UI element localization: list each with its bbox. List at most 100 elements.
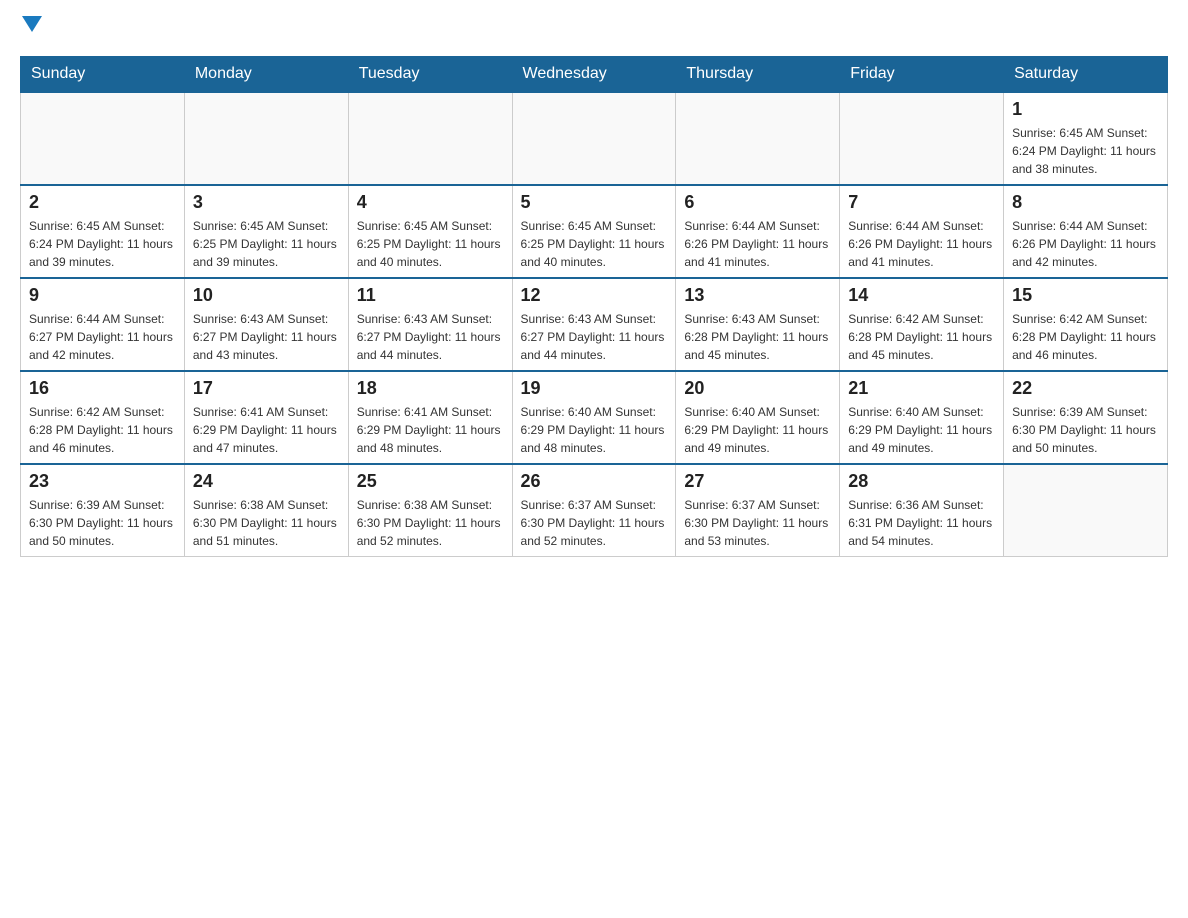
day-number: 3 bbox=[193, 192, 340, 213]
day-number: 20 bbox=[684, 378, 831, 399]
calendar-cell: 26 Sunrise: 6:37 AM Sunset: 6:30 PM Dayli… bbox=[512, 464, 676, 557]
calendar-header-monday: Monday bbox=[184, 57, 348, 93]
day-info: Sunrise: 6:41 AM Sunset: 6:29 PM Dayligh… bbox=[357, 403, 504, 457]
calendar-cell: 14 Sunrise: 6:42 AM Sunset: 6:28 PM Dayli… bbox=[840, 278, 1004, 371]
day-info: Sunrise: 6:40 AM Sunset: 6:29 PM Dayligh… bbox=[521, 403, 668, 457]
day-info: Sunrise: 6:38 AM Sunset: 6:30 PM Dayligh… bbox=[357, 496, 504, 550]
calendar-cell: 4Sunrise: 6:45 AM Sunset: 6:25 PM Daylig… bbox=[348, 185, 512, 278]
day-info: Sunrise: 6:41 AM Sunset: 6:29 PM Dayligh… bbox=[193, 403, 340, 457]
calendar-cell: 9 Sunrise: 6:44 AM Sunset: 6:27 PM Daylig… bbox=[21, 278, 185, 371]
calendar-cell: 5 Sunrise: 6:45 AM Sunset: 6:25 PM Daylig… bbox=[512, 185, 676, 278]
day-info: Sunrise: 6:40 AM Sunset: 6:29 PM Dayligh… bbox=[848, 403, 995, 457]
day-info: Sunrise: 6:39 AM Sunset: 6:30 PM Dayligh… bbox=[29, 496, 176, 550]
logo-triangle-icon bbox=[22, 16, 42, 32]
calendar-header-friday: Friday bbox=[840, 57, 1004, 93]
day-number: 17 bbox=[193, 378, 340, 399]
day-info: Sunrise: 6:43 AM Sunset: 6:28 PM Dayligh… bbox=[684, 310, 831, 364]
day-number: 11 bbox=[357, 285, 504, 306]
day-number: 7 bbox=[848, 192, 995, 213]
calendar-cell: 21 Sunrise: 6:40 AM Sunset: 6:29 PM Dayli… bbox=[840, 371, 1004, 464]
day-number: 12 bbox=[521, 285, 668, 306]
day-info: Sunrise: 6:38 AM Sunset: 6:30 PM Dayligh… bbox=[193, 496, 340, 550]
calendar-cell bbox=[184, 92, 348, 185]
calendar-cell: 27 Sunrise: 6:37 AM Sunset: 6:30 PM Dayli… bbox=[676, 464, 840, 557]
day-number: 19 bbox=[521, 378, 668, 399]
calendar-header-saturday: Saturday bbox=[1004, 57, 1168, 93]
day-number: 10 bbox=[193, 285, 340, 306]
day-info: Sunrise: 6:45 AM Sunset: 6:25 PM Dayligh… bbox=[193, 217, 340, 271]
day-info: Sunrise: 6:44 AM Sunset: 6:27 PM Dayligh… bbox=[29, 310, 176, 364]
day-info: Sunrise: 6:42 AM Sunset: 6:28 PM Dayligh… bbox=[29, 403, 176, 457]
day-info: Sunrise: 6:45 AM Sunset: 6:24 PM Dayligh… bbox=[29, 217, 176, 271]
day-number: 14 bbox=[848, 285, 995, 306]
calendar-cell: 2 Sunrise: 6:45 AM Sunset: 6:24 PM Daylig… bbox=[21, 185, 185, 278]
day-number: 27 bbox=[684, 471, 831, 492]
day-number: 9 bbox=[29, 285, 176, 306]
day-number: 24 bbox=[193, 471, 340, 492]
calendar-cell: 7 Sunrise: 6:44 AM Sunset: 6:26 PM Daylig… bbox=[840, 185, 1004, 278]
day-number: 16 bbox=[29, 378, 176, 399]
calendar-cell: 16 Sunrise: 6:42 AM Sunset: 6:28 PM Dayli… bbox=[21, 371, 185, 464]
day-info: Sunrise: 6:37 AM Sunset: 6:30 PM Dayligh… bbox=[684, 496, 831, 550]
calendar-cell: 20 Sunrise: 6:40 AM Sunset: 6:29 PM Dayli… bbox=[676, 371, 840, 464]
day-info: Sunrise: 6:45 AM Sunset: 6:25 PM Dayligh… bbox=[357, 217, 504, 271]
day-info: Sunrise: 6:43 AM Sunset: 6:27 PM Dayligh… bbox=[193, 310, 340, 364]
calendar-cell: 24 Sunrise: 6:38 AM Sunset: 6:30 PM Dayli… bbox=[184, 464, 348, 557]
calendar-cell: 13 Sunrise: 6:43 AM Sunset: 6:28 PM Dayli… bbox=[676, 278, 840, 371]
day-number: 15 bbox=[1012, 285, 1159, 306]
calendar-week-4: 16 Sunrise: 6:42 AM Sunset: 6:28 PM Dayli… bbox=[21, 371, 1168, 464]
day-number: 18 bbox=[357, 378, 504, 399]
day-number: 1 bbox=[1012, 99, 1159, 120]
calendar-cell: 23 Sunrise: 6:39 AM Sunset: 6:30 PM Dayli… bbox=[21, 464, 185, 557]
day-info: Sunrise: 6:40 AM Sunset: 6:29 PM Dayligh… bbox=[684, 403, 831, 457]
calendar-cell: 10 Sunrise: 6:43 AM Sunset: 6:27 PM Dayli… bbox=[184, 278, 348, 371]
day-info: Sunrise: 6:39 AM Sunset: 6:30 PM Dayligh… bbox=[1012, 403, 1159, 457]
calendar-week-1: 1 Sunrise: 6:45 AM Sunset: 6:24 PM Daylig… bbox=[21, 92, 1168, 185]
day-number: 26 bbox=[521, 471, 668, 492]
day-number: 13 bbox=[684, 285, 831, 306]
day-info: Sunrise: 6:37 AM Sunset: 6:30 PM Dayligh… bbox=[521, 496, 668, 550]
day-info: Sunrise: 6:43 AM Sunset: 6:27 PM Dayligh… bbox=[521, 310, 668, 364]
day-info: Sunrise: 6:45 AM Sunset: 6:25 PM Dayligh… bbox=[521, 217, 668, 271]
calendar-cell: 3 Sunrise: 6:45 AM Sunset: 6:25 PM Daylig… bbox=[184, 185, 348, 278]
logo bbox=[20, 20, 42, 36]
calendar-cell bbox=[1004, 464, 1168, 557]
day-number: 25 bbox=[357, 471, 504, 492]
day-number: 2 bbox=[29, 192, 176, 213]
day-info: Sunrise: 6:44 AM Sunset: 6:26 PM Dayligh… bbox=[848, 217, 995, 271]
calendar-cell: 28 Sunrise: 6:36 AM Sunset: 6:31 PM Dayli… bbox=[840, 464, 1004, 557]
day-number: 23 bbox=[29, 471, 176, 492]
calendar-header-row: SundayMondayTuesdayWednesdayThursdayFrid… bbox=[21, 57, 1168, 93]
calendar-cell bbox=[512, 92, 676, 185]
calendar-week-5: 23 Sunrise: 6:39 AM Sunset: 6:30 PM Dayli… bbox=[21, 464, 1168, 557]
day-number: 5 bbox=[521, 192, 668, 213]
calendar-cell: 18 Sunrise: 6:41 AM Sunset: 6:29 PM Dayli… bbox=[348, 371, 512, 464]
calendar-week-2: 2 Sunrise: 6:45 AM Sunset: 6:24 PM Daylig… bbox=[21, 185, 1168, 278]
day-info: Sunrise: 6:36 AM Sunset: 6:31 PM Dayligh… bbox=[848, 496, 995, 550]
calendar-cell: 12 Sunrise: 6:43 AM Sunset: 6:27 PM Dayli… bbox=[512, 278, 676, 371]
calendar-cell: 19 Sunrise: 6:40 AM Sunset: 6:29 PM Dayli… bbox=[512, 371, 676, 464]
day-number: 6 bbox=[684, 192, 831, 213]
calendar-cell: 15 Sunrise: 6:42 AM Sunset: 6:28 PM Dayli… bbox=[1004, 278, 1168, 371]
day-number: 22 bbox=[1012, 378, 1159, 399]
calendar-cell: 8Sunrise: 6:44 AM Sunset: 6:26 PM Daylig… bbox=[1004, 185, 1168, 278]
day-number: 28 bbox=[848, 471, 995, 492]
page-header bbox=[20, 20, 1168, 36]
calendar-cell: 1 Sunrise: 6:45 AM Sunset: 6:24 PM Daylig… bbox=[1004, 92, 1168, 185]
day-info: Sunrise: 6:44 AM Sunset: 6:26 PM Dayligh… bbox=[684, 217, 831, 271]
day-info: Sunrise: 6:42 AM Sunset: 6:28 PM Dayligh… bbox=[848, 310, 995, 364]
calendar-cell: 6 Sunrise: 6:44 AM Sunset: 6:26 PM Daylig… bbox=[676, 185, 840, 278]
calendar-week-3: 9 Sunrise: 6:44 AM Sunset: 6:27 PM Daylig… bbox=[21, 278, 1168, 371]
calendar-cell bbox=[840, 92, 1004, 185]
calendar-header-wednesday: Wednesday bbox=[512, 57, 676, 93]
calendar-cell: 22 Sunrise: 6:39 AM Sunset: 6:30 PM Dayli… bbox=[1004, 371, 1168, 464]
day-info: Sunrise: 6:42 AM Sunset: 6:28 PM Dayligh… bbox=[1012, 310, 1159, 364]
calendar-cell: 17 Sunrise: 6:41 AM Sunset: 6:29 PM Dayli… bbox=[184, 371, 348, 464]
calendar-cell: 11Sunrise: 6:43 AM Sunset: 6:27 PM Dayli… bbox=[348, 278, 512, 371]
day-number: 8 bbox=[1012, 192, 1159, 213]
calendar-cell bbox=[676, 92, 840, 185]
calendar-cell: 25 Sunrise: 6:38 AM Sunset: 6:30 PM Dayli… bbox=[348, 464, 512, 557]
day-number: 21 bbox=[848, 378, 995, 399]
calendar-cell bbox=[21, 92, 185, 185]
day-info: Sunrise: 6:45 AM Sunset: 6:24 PM Dayligh… bbox=[1012, 124, 1159, 178]
